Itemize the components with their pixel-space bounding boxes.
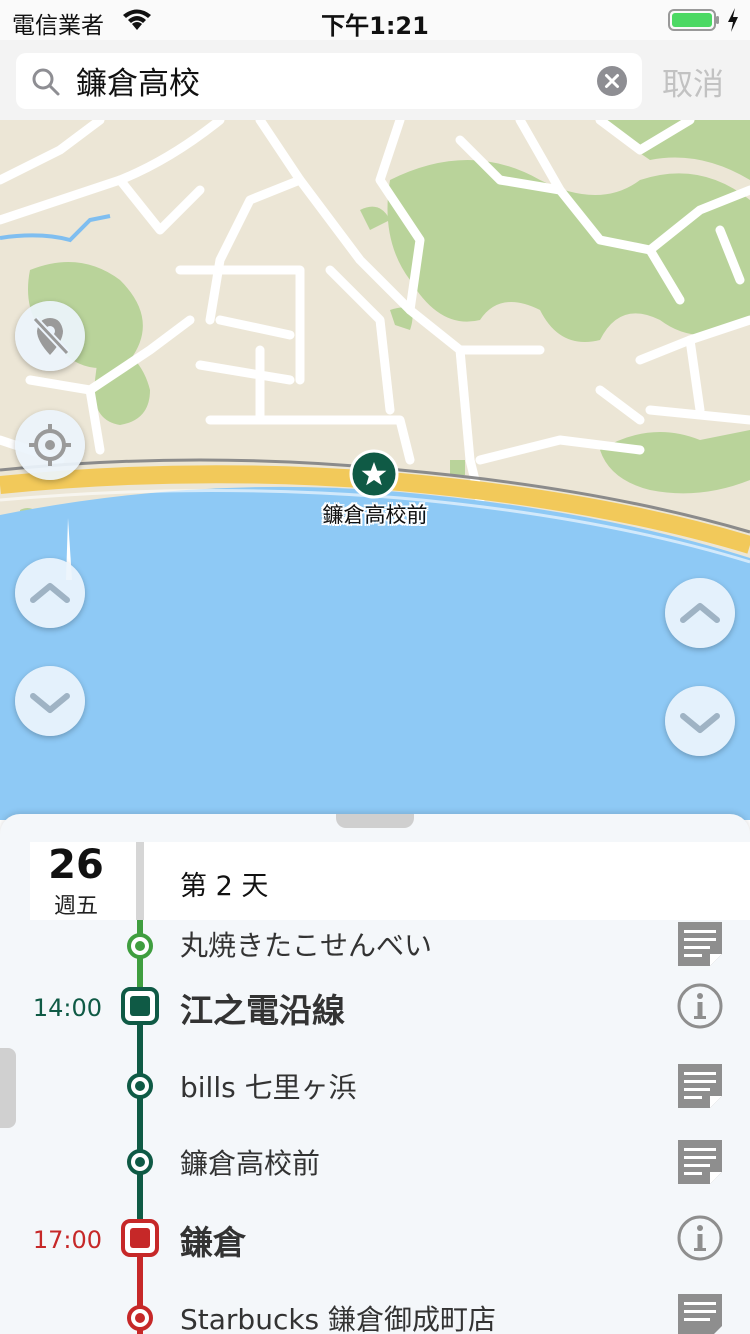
crosshair-icon (29, 424, 71, 466)
item-name: 鐮倉高校前 (180, 1147, 321, 1180)
clear-search-icon[interactable] (596, 65, 628, 97)
item-name: bills 七里ヶ浜 (180, 1071, 357, 1104)
marker-label[interactable]: 鐮倉高校前 (300, 499, 450, 529)
day-number: 26 (48, 842, 104, 888)
notes-icon[interactable] (676, 1062, 724, 1110)
battery-icon (668, 9, 719, 31)
place-dot (127, 1149, 153, 1175)
item-name: 丸焼きたこせんべい (180, 929, 433, 962)
search-input[interactable] (76, 57, 576, 103)
map-view[interactable]: 鐮倉高校前 (0, 120, 750, 820)
chevron-up-icon (30, 583, 70, 603)
clock: 下午1:21 (321, 12, 429, 40)
next-stop-button-right[interactable] (665, 686, 735, 756)
item-name: Starbucks 鎌倉御成町店 (180, 1303, 497, 1334)
previous-stop-button-left[interactable] (15, 558, 85, 628)
info-icon[interactable] (676, 982, 724, 1030)
location-off-icon (32, 316, 70, 356)
day-of-week: 週五 (53, 894, 98, 919)
search-icon (32, 68, 60, 96)
search-bar: 取消 (0, 40, 750, 120)
day-header[interactable]: 26 週五 第 2 天 (30, 842, 750, 920)
notes-icon[interactable] (676, 920, 724, 968)
item-time: 14:00 (32, 994, 102, 1022)
sheet-grabber[interactable] (336, 814, 414, 828)
previous-stop-button-right[interactable] (665, 578, 735, 648)
hide-markers-button[interactable] (15, 301, 85, 371)
notes-icon[interactable] (676, 1138, 724, 1186)
timeline-segment (137, 1006, 143, 1238)
search-box[interactable] (16, 53, 642, 109)
place-dot (127, 1305, 153, 1331)
day-divider (136, 842, 144, 920)
my-location-button[interactable] (15, 410, 85, 480)
day-label: 第 2 天 (180, 871, 269, 902)
item-name: 江之電沿線 (180, 991, 345, 1030)
star-marker-icon[interactable] (349, 449, 399, 499)
next-stop-button-left[interactable] (15, 666, 85, 736)
area-square (121, 1219, 159, 1257)
status-bar: 電信業者 下午1:21 (0, 0, 750, 40)
notes-icon[interactable] (676, 1292, 724, 1334)
item-name: 鎌倉 (180, 1223, 246, 1262)
charging-icon (728, 8, 738, 32)
chevron-up-icon (680, 603, 720, 623)
place-dot (127, 1073, 153, 1099)
cancel-button[interactable]: 取消 (662, 59, 724, 104)
place-dot (127, 933, 153, 959)
itinerary-sheet[interactable]: 丸焼きたこせんべい 14:00 江之電沿線 bills 七里ヶ浜 鐮倉高校前 1… (0, 814, 750, 1334)
info-icon[interactable] (676, 1214, 724, 1262)
chevron-down-icon (680, 713, 720, 733)
chevron-down-icon (30, 693, 70, 713)
timeline: 丸焼きたこせんべい 14:00 江之電沿線 bills 七里ヶ浜 鐮倉高校前 1… (0, 920, 750, 1334)
area-square (121, 987, 159, 1025)
item-time: 17:00 (32, 1226, 102, 1254)
